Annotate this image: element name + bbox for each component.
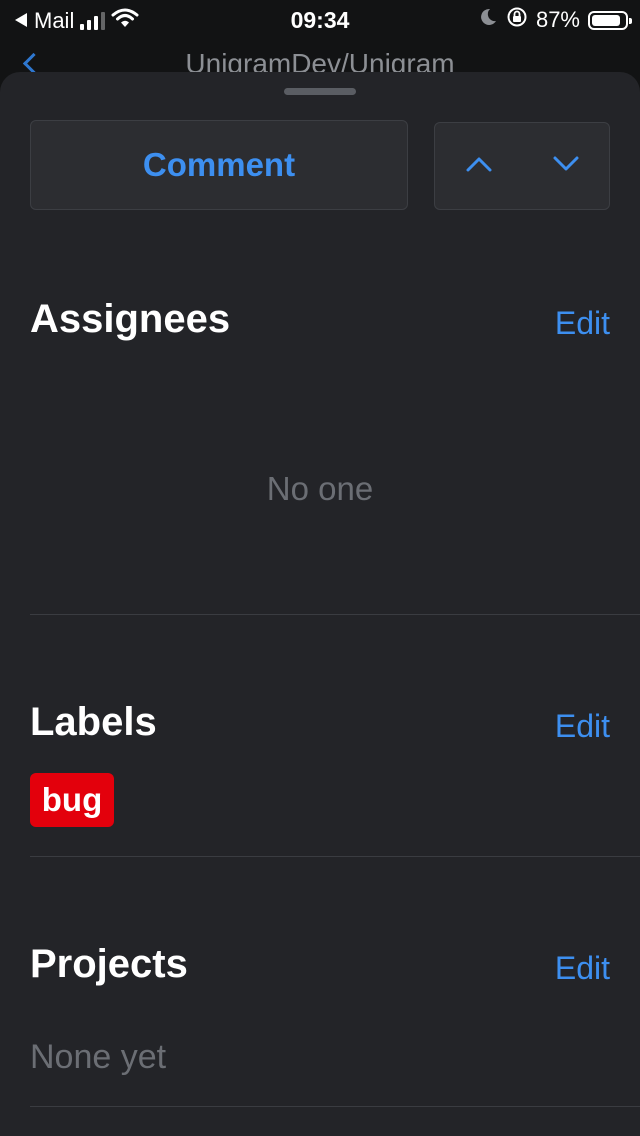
chevron-up-icon (465, 155, 493, 178)
status-bar: Mail 09:34 87% (0, 0, 640, 40)
issue-details-sheet: Comment Assignees Edit No one Labels Edi… (0, 72, 640, 1136)
assignees-edit-link[interactable]: Edit (555, 305, 610, 342)
screen: Mail 09:34 87% UnigramDev/Unigram Commen… (0, 0, 640, 1136)
projects-empty-text: None yet (30, 1038, 167, 1076)
assignees-empty-text: No one (266, 470, 374, 507)
wifi-icon (111, 8, 139, 34)
sheet-grabber[interactable] (284, 88, 356, 95)
orientation-lock-icon (506, 6, 528, 34)
back-app-label: Mail (34, 8, 75, 33)
label-chip-bug[interactable]: bug (30, 773, 114, 827)
back-triangle-icon (14, 8, 28, 34)
battery-fill (592, 14, 620, 26)
assignees-heading: Assignees (30, 297, 231, 341)
divider (30, 614, 640, 615)
status-indicators: 87% (478, 6, 632, 34)
battery-percent: 87% (535, 7, 580, 32)
labels-edit-link[interactable]: Edit (555, 708, 610, 745)
issue-navigation-control (434, 122, 610, 210)
comment-button[interactable]: Comment (30, 120, 408, 210)
battery-nub (629, 17, 632, 24)
projects-edit-link[interactable]: Edit (555, 950, 610, 987)
moon-icon (478, 7, 498, 33)
projects-heading: Projects (30, 942, 188, 986)
divider (30, 1106, 640, 1107)
cellular-signal-icon (80, 12, 106, 30)
next-issue-button[interactable] (522, 123, 609, 209)
chevron-down-icon (552, 155, 580, 178)
battery-icon (588, 10, 632, 30)
divider (30, 856, 640, 857)
labels-heading: Labels (30, 700, 157, 744)
previous-issue-button[interactable] (435, 123, 522, 209)
back-to-app[interactable]: Mail (14, 8, 139, 34)
